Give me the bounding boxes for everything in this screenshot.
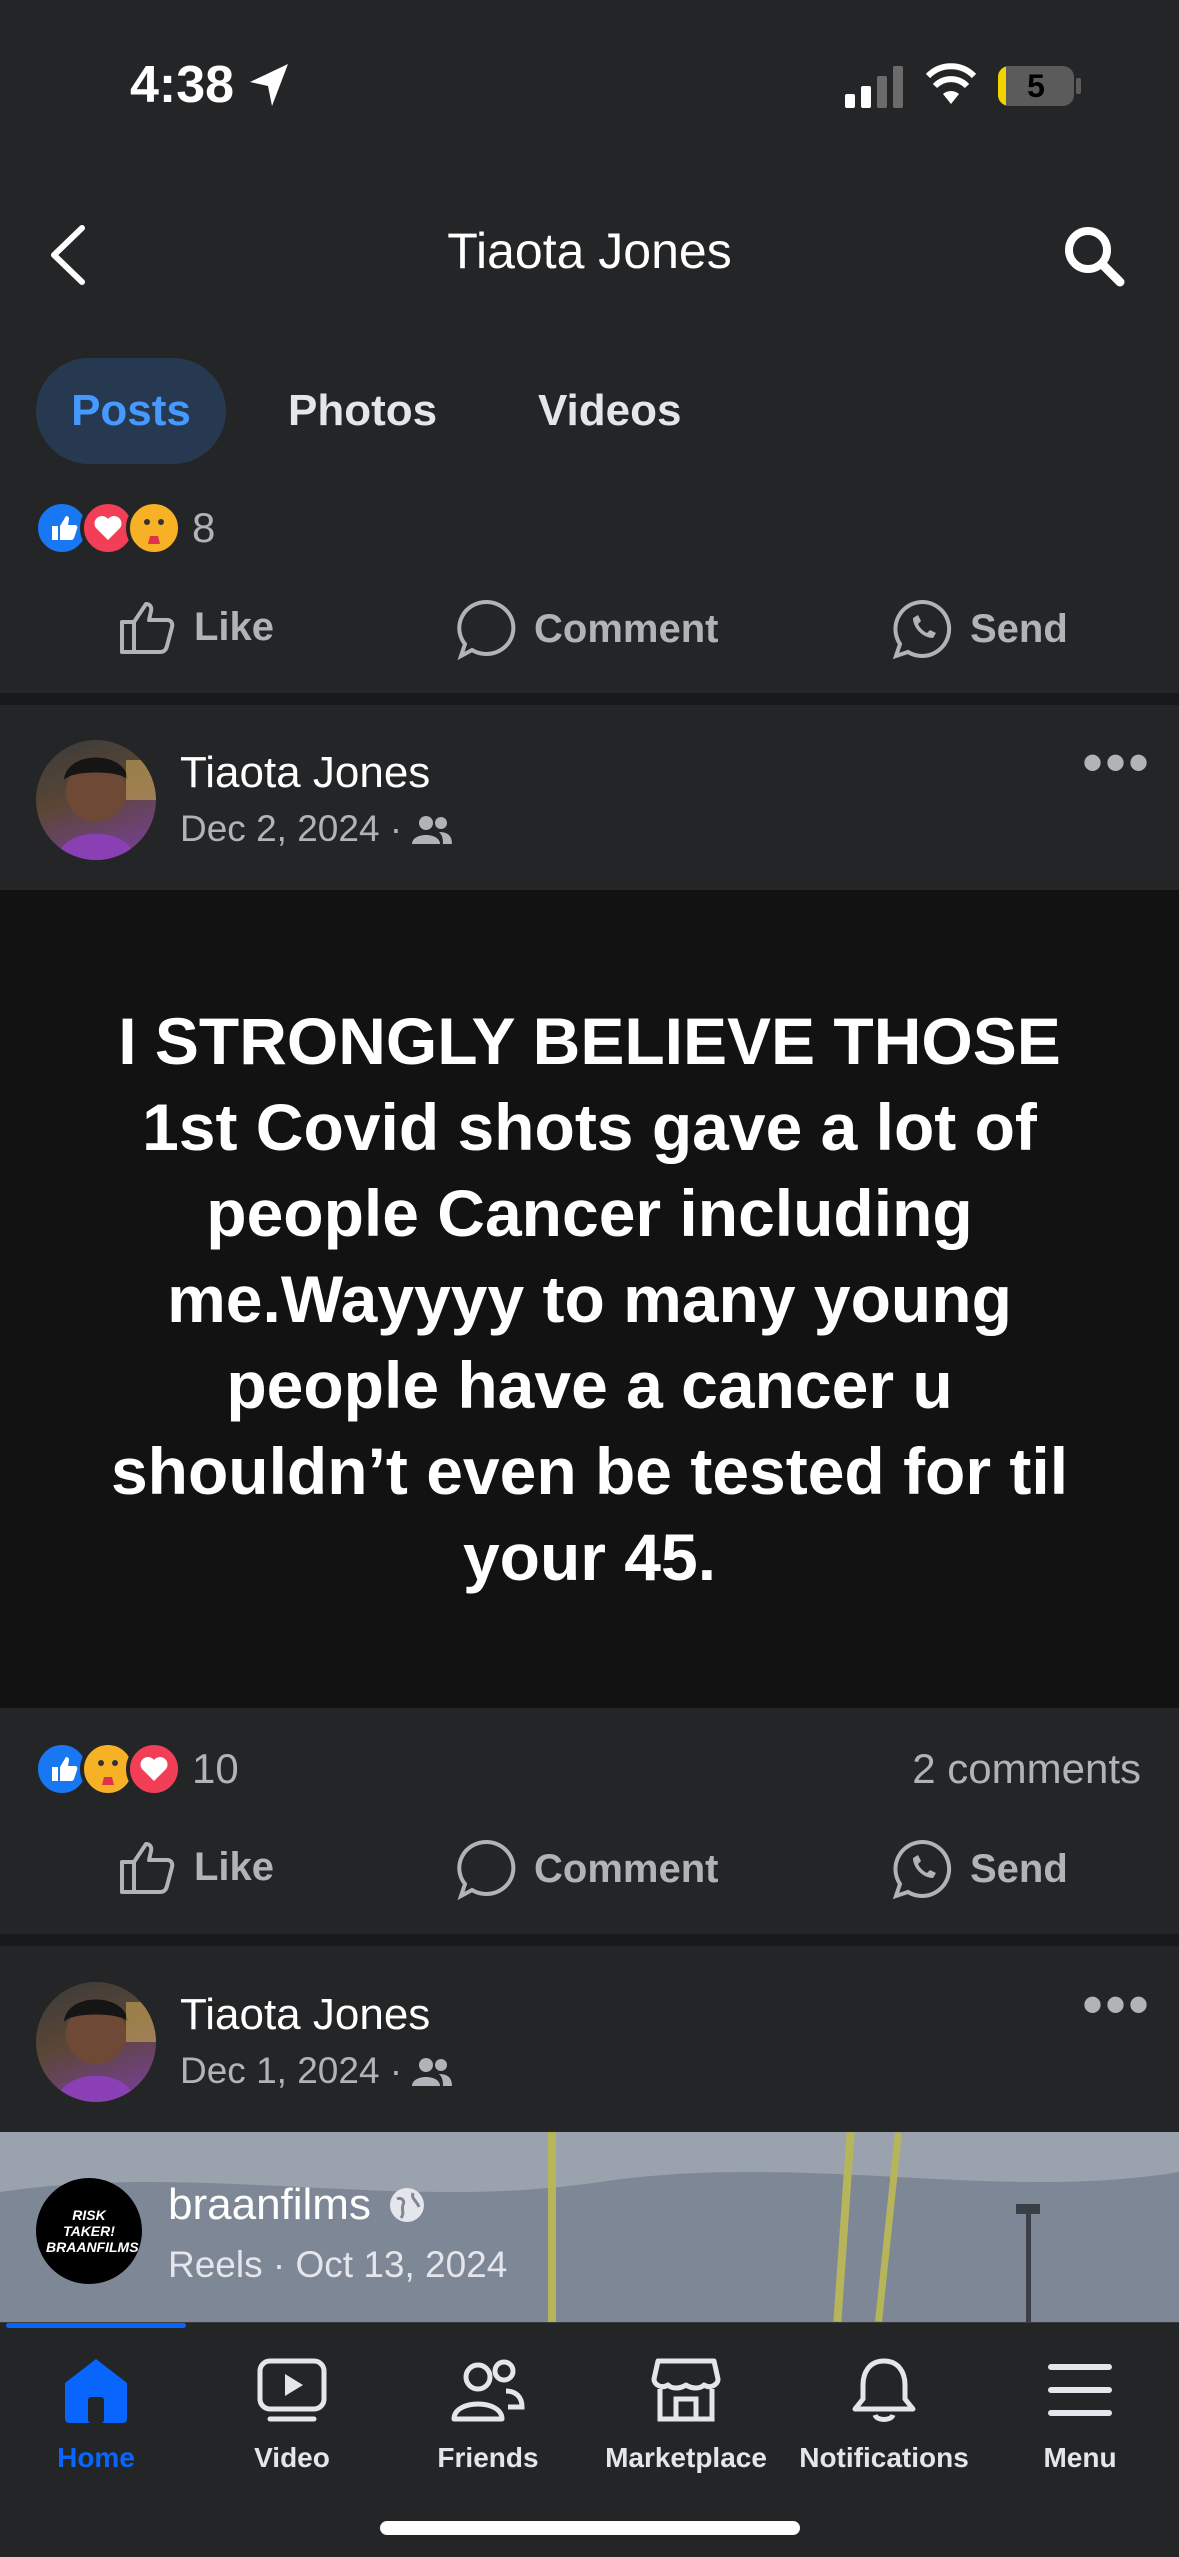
send-button[interactable]: Send xyxy=(892,598,1068,660)
marketplace-icon xyxy=(651,2358,721,2422)
nav-menu[interactable]: Menu xyxy=(982,2357,1178,2474)
shared-author-name[interactable]: braanfilms xyxy=(168,2180,371,2230)
love-reaction-icon xyxy=(126,1741,182,1797)
post-author[interactable]: Tiaota Jones xyxy=(180,748,430,798)
battery-tip xyxy=(1076,78,1081,94)
avatar[interactable] xyxy=(36,740,156,860)
post-meta: Dec 1, 2024 · xyxy=(180,2050,453,2092)
nav-notifications[interactable]: Notifications xyxy=(786,2357,982,2474)
comment-icon xyxy=(457,599,516,660)
post-date[interactable]: Dec 1, 2024 · xyxy=(180,2050,402,2092)
nav-video[interactable]: Video xyxy=(194,2357,390,2474)
post-date[interactable]: Dec 2, 2024 · xyxy=(180,808,402,850)
reaction-count: 8 xyxy=(192,504,216,551)
send-button[interactable]: Send xyxy=(892,1838,1068,1900)
comment-label: Comment xyxy=(534,606,719,651)
shared-reel-preview[interactable]: RISK TAKER! BRAANFILMS braanfilms Reels … xyxy=(0,2132,1179,2322)
post-actions: Like Comment Send xyxy=(0,1838,1179,1908)
post-divider xyxy=(0,1934,1179,1946)
shared-meta: Reels · Oct 13, 2024 xyxy=(168,2244,508,2285)
battery-icon: 5 xyxy=(998,66,1074,106)
reactions-summary[interactable]: 8 xyxy=(34,500,334,556)
post-divider xyxy=(0,693,1179,705)
battery-level: 5 xyxy=(1027,68,1045,104)
active-tab-indicator xyxy=(6,2323,186,2328)
shared-author-avatar[interactable]: RISK TAKER! BRAANFILMS xyxy=(36,2178,142,2284)
nav-video-label: Video xyxy=(254,2442,330,2473)
nav-home-label: Home xyxy=(57,2442,135,2473)
friends-audience-icon xyxy=(412,2058,453,2086)
menu-icon xyxy=(1048,2364,1112,2416)
page-title: Tiaota Jones xyxy=(447,223,732,279)
post-text-background: I STRONGLY BELIEVE THOSE 1st Covid shots… xyxy=(0,890,1179,1708)
tab-photos[interactable]: Photos xyxy=(288,358,437,464)
nav-menu-label: Menu xyxy=(1043,2442,1117,2473)
home-indicator[interactable] xyxy=(380,2521,800,2535)
more-options-icon[interactable]: ••• xyxy=(1082,728,1151,797)
nav-home[interactable]: Home xyxy=(0,2357,194,2474)
like-icon xyxy=(120,602,175,654)
like-label: Like xyxy=(194,1844,275,1889)
globe-icon xyxy=(389,2188,424,2222)
video-icon xyxy=(257,2358,327,2422)
location-arrow-icon xyxy=(250,64,288,106)
comments-count[interactable]: 2 comments xyxy=(912,1741,1141,1797)
comment-label: Comment xyxy=(534,1846,719,1891)
tab-videos[interactable]: Videos xyxy=(538,358,681,464)
nav-marketplace-label: Marketplace xyxy=(605,2442,767,2473)
post-author[interactable]: Tiaota Jones xyxy=(180,1990,430,2040)
search-icon[interactable] xyxy=(1062,224,1126,288)
comment-icon xyxy=(457,1839,516,1900)
reaction-count: 10 xyxy=(192,1745,239,1792)
comment-button[interactable]: Comment xyxy=(456,1838,718,1900)
nav-notifications-label: Notifications xyxy=(799,2442,969,2473)
send-label: Send xyxy=(970,606,1068,651)
care-reaction-icon xyxy=(126,500,182,556)
send-label: Send xyxy=(970,1846,1068,1891)
like-icon xyxy=(120,1842,175,1894)
friends-audience-icon xyxy=(412,816,453,844)
post-actions: Like Comment Send xyxy=(0,598,1179,668)
home-icon xyxy=(65,2359,127,2423)
like-button[interactable]: Like xyxy=(118,1838,274,1896)
like-button[interactable]: Like xyxy=(118,598,274,656)
signal-icon xyxy=(845,66,903,108)
like-label: Like xyxy=(194,604,275,649)
friends-icon xyxy=(451,2359,525,2422)
status-time: 4:38 xyxy=(130,56,235,114)
bell-icon xyxy=(852,2358,916,2422)
whatsapp-icon xyxy=(892,599,952,660)
tab-posts[interactable]: Posts xyxy=(36,358,226,464)
comment-button[interactable]: Comment xyxy=(456,598,718,660)
status-bar: 4:38 5 xyxy=(0,0,1179,175)
shared-avatar-logo-text: RISK TAKER! BRAANFILMS xyxy=(46,2207,139,2255)
reactions-summary[interactable]: 10 xyxy=(34,1741,334,1797)
whatsapp-icon xyxy=(892,1839,952,1900)
wifi-icon xyxy=(925,63,977,104)
nav-marketplace[interactable]: Marketplace xyxy=(588,2357,784,2474)
post-text: I STRONGLY BELIEVE THOSE 1st Covid shots… xyxy=(110,1004,1069,1594)
post-meta: Dec 2, 2024 · xyxy=(180,808,453,850)
nav-friends[interactable]: Friends xyxy=(390,2357,586,2474)
avatar[interactable] xyxy=(36,1982,156,2102)
more-options-icon[interactable]: ••• xyxy=(1082,1970,1151,2039)
nav-friends-label: Friends xyxy=(437,2442,539,2473)
shared-author-row: braanfilms xyxy=(168,2180,427,2230)
